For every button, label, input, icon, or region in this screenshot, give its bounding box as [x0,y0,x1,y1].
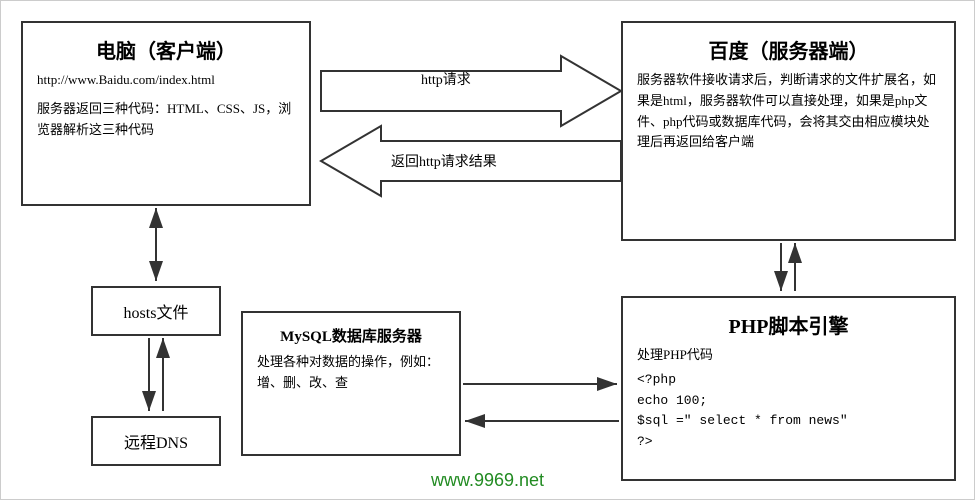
php-code-line4: ?> [637,432,940,453]
http-response-label: 返回http请求结果 [391,151,497,171]
box-client: 电脑（客户端） http://www.Baidu.com/index.html … [21,21,311,206]
box-hosts: hosts文件 [91,286,221,336]
client-title: 电脑（客户端） [37,35,295,64]
diagram-container: 电脑（客户端） http://www.Baidu.com/index.html … [0,0,975,500]
mysql-description: 处理各种对数据的操作，例如：增、删、改、查 [257,352,445,394]
box-dns: 远程DNS [91,416,221,466]
box-php: PHP脚本引擎 处理PHP代码 <?php echo 100; $sql =" … [621,296,956,481]
server-description: 服务器软件接收请求后，判断请求的文件扩展名，如果是html，服务器软件可以直接处… [637,70,940,153]
client-description: 服务器返回三种代码：HTML、CSS、JS，浏览器解析这三种代码 [37,99,295,141]
mysql-title: MySQL数据库服务器 [257,325,445,346]
php-process: 处理PHP代码 [637,345,940,366]
box-mysql: MySQL数据库服务器 处理各种对数据的操作，例如：增、删、改、查 [241,311,461,456]
box-server: 百度（服务器端） 服务器软件接收请求后，判断请求的文件扩展名，如果是html，服… [621,21,956,241]
dns-label: 远程DNS [124,429,188,453]
server-title: 百度（服务器端） [637,35,940,64]
watermark: www.9969.net [431,470,544,491]
php-title: PHP脚本引擎 [637,310,940,339]
php-code-line2: echo 100; [637,391,940,412]
hosts-label: hosts文件 [124,299,189,323]
php-code-line1: <?php [637,370,940,391]
php-code-line3: $sql =" select * from news" [637,411,940,432]
http-request-label: http请求 [421,69,471,89]
client-url: http://www.Baidu.com/index.html [37,70,295,91]
http-request-arrow [321,56,621,126]
